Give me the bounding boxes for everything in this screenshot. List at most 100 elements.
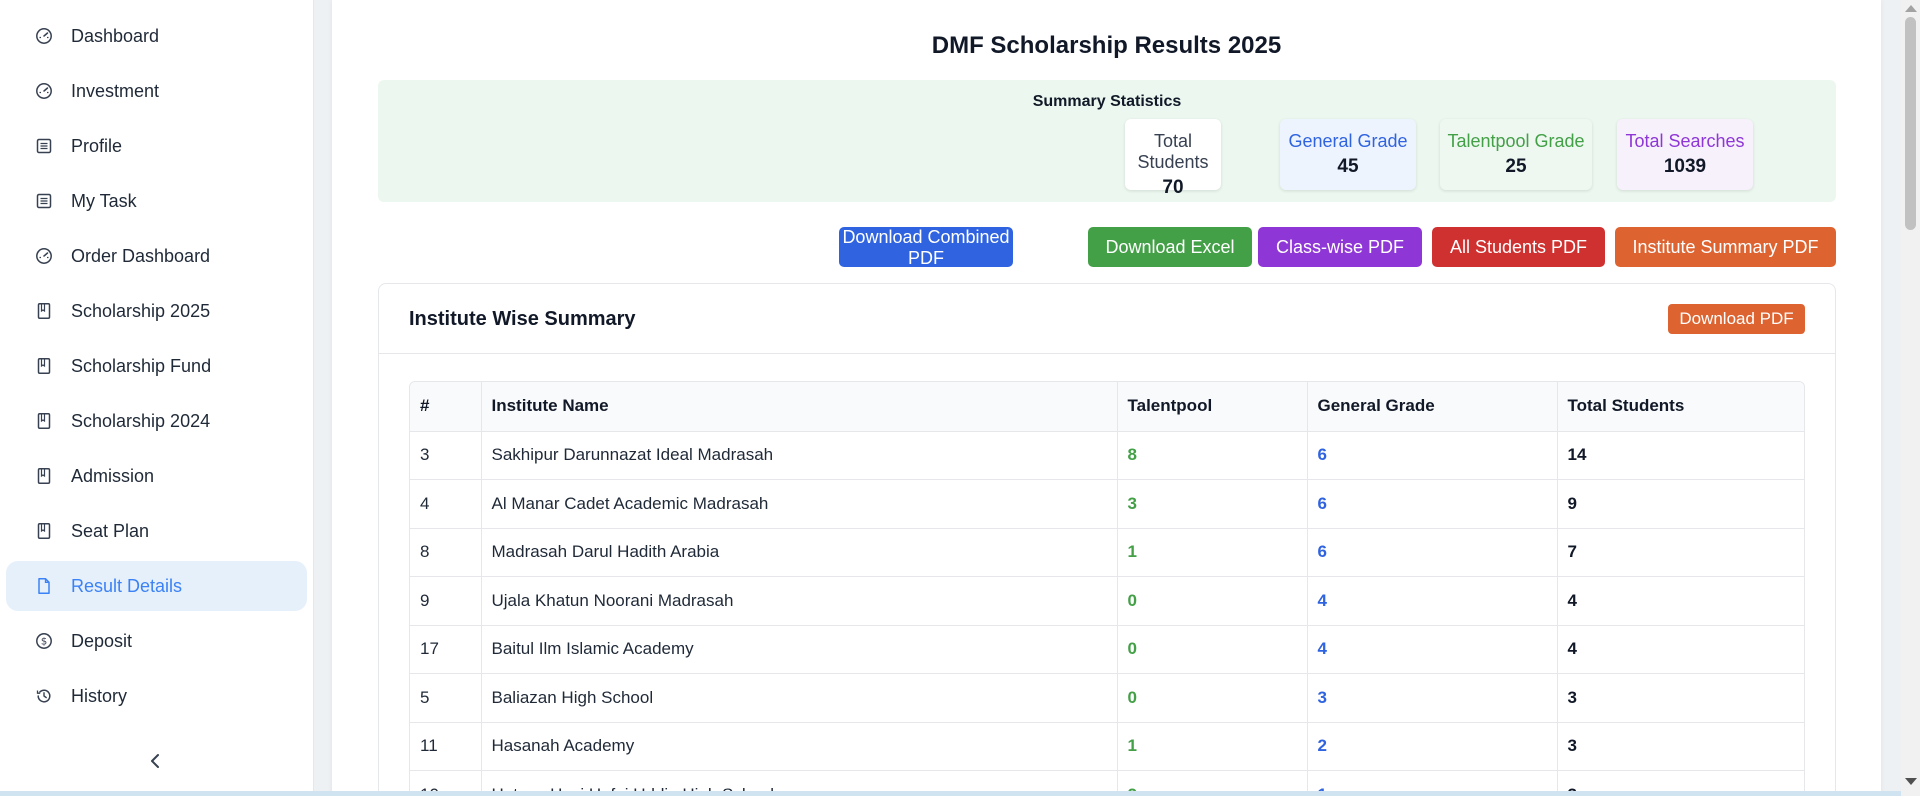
scroll-down-arrow-icon[interactable]	[1905, 778, 1917, 785]
gauge-icon	[34, 81, 54, 101]
cell-general-grade: 6	[1307, 479, 1558, 529]
main-content: DMF Scholarship Results 2025 Summary Sta…	[332, 0, 1881, 796]
sidebar-item-label: Scholarship Fund	[71, 355, 212, 376]
page-scrollbar[interactable]	[1901, 0, 1920, 796]
sidebar-item-label: Admission	[71, 465, 155, 486]
sidebar-item-profile[interactable]: Profile	[6, 121, 307, 171]
history-icon	[34, 686, 54, 706]
stat-label: General Grade	[1288, 131, 1408, 151]
chevron-left-icon	[151, 754, 159, 768]
table-header-row: # Institute Name Talentpool General Grad…	[410, 382, 1804, 432]
stat-label: Total Students	[1137, 131, 1209, 172]
summary-statistics: Summary Statistics Total Students 70 Gen…	[378, 80, 1836, 202]
sidebar-item-scholarship-2025[interactable]: Scholarship 2025	[6, 286, 307, 336]
cell-total-students: 7	[1557, 528, 1804, 577]
column-header-number[interactable]: #	[410, 382, 482, 432]
all-students-pdf-button[interactable]: All Students PDF	[1432, 227, 1605, 267]
list-icon	[34, 191, 54, 211]
card-header: Institute Wise Summary Download PDF	[379, 284, 1835, 354]
column-header-talentpool[interactable]: Talentpool	[1117, 382, 1308, 432]
sidebar-item-investment[interactable]: Investment	[6, 66, 307, 116]
cell-number: 17	[410, 625, 482, 674]
book-icon	[34, 466, 54, 486]
sidebar-item-my-task[interactable]: My Task	[6, 176, 307, 226]
cell-talentpool: 1	[1117, 722, 1308, 771]
book-icon	[34, 521, 54, 541]
cell-general-grade: 2	[1307, 722, 1558, 771]
scrollbar-thumb[interactable]	[1905, 17, 1916, 230]
book-icon	[34, 411, 54, 431]
cell-institute-name: Baliazan High School	[481, 673, 1118, 723]
table-row: 8 Madrasah Darul Hadith Arabia 1 6 7	[410, 528, 1804, 577]
sidebar-item-seat-plan[interactable]: Seat Plan	[6, 506, 307, 556]
cell-number: 3	[410, 431, 482, 480]
download-excel-button[interactable]: Download Excel	[1088, 227, 1252, 267]
sidebar-item-label: History	[71, 685, 128, 706]
column-header-institute-name[interactable]: Institute Name	[481, 382, 1118, 432]
download-pdf-button[interactable]: Download PDF	[1668, 304, 1805, 334]
column-header-total-students[interactable]: Total Students	[1557, 382, 1804, 432]
stat-value: 70	[1162, 177, 1184, 198]
table-row: 4 Al Manar Cadet Academic Madrasah 3 6 9	[410, 479, 1804, 529]
sidebar-item-label: Scholarship 2025	[71, 300, 211, 321]
cell-number: 11	[410, 722, 482, 771]
sidebar-item-order-dashboard[interactable]: Order Dashboard	[6, 231, 307, 281]
cell-general-grade: 4	[1307, 576, 1558, 626]
stat-value: 25	[1505, 156, 1527, 177]
stat-card-talentpool-grade: Talentpool Grade 25	[1440, 119, 1592, 190]
bottom-strip	[0, 791, 1901, 796]
table-row: 17 Baitul Ilm Islamic Academy 0 4 4	[410, 625, 1804, 674]
cell-talentpool: 3	[1117, 479, 1308, 529]
cell-institute-name: Ujala Khatun Noorani Madrasah	[481, 576, 1118, 626]
cell-number: 4	[410, 479, 482, 529]
sidebar-item-scholarship-2024[interactable]: Scholarship 2024	[6, 396, 307, 446]
cell-talentpool: 0	[1117, 625, 1308, 674]
sidebar-menu: Dashboard Investment Profile My Task Order D…	[0, 0, 313, 721]
file-icon	[34, 576, 54, 596]
cell-number: 9	[410, 576, 482, 626]
collapse-sidebar-button[interactable]	[140, 748, 170, 774]
cell-total-students: 4	[1557, 576, 1804, 626]
column-header-general-grade[interactable]: General Grade	[1307, 382, 1558, 432]
cell-general-grade: 6	[1307, 528, 1558, 577]
sidebar-item-scholarship-fund[interactable]: Scholarship Fund	[6, 341, 307, 391]
cell-general-grade: 4	[1307, 625, 1558, 674]
stat-label: Talentpool Grade	[1447, 131, 1585, 151]
sidebar-item-history[interactable]: History	[6, 671, 307, 721]
sidebar-item-admission[interactable]: Admission	[6, 451, 307, 501]
sidebar-item-deposit[interactable]: $ Deposit	[6, 616, 307, 666]
download-combined-pdf-button[interactable]: Download Combined PDF	[839, 227, 1013, 268]
list-icon	[34, 136, 54, 156]
cell-number: 8	[410, 528, 482, 577]
class-wise-pdf-button[interactable]: Class-wise PDF	[1258, 227, 1422, 267]
cell-institute-name: Sakhipur Darunnazat Ideal Madrasah	[481, 431, 1118, 480]
stat-value: 45	[1337, 156, 1359, 177]
stat-card-general-grade: General Grade 45	[1280, 119, 1416, 190]
institute-summary-pdf-button[interactable]: Institute Summary PDF	[1615, 227, 1836, 267]
table-row: 9 Ujala Khatun Noorani Madrasah 0 4 4	[410, 576, 1804, 626]
sidebar-item-label: Dashboard	[71, 25, 160, 46]
sidebar-item-label: Scholarship 2024	[71, 410, 211, 431]
cell-institute-name: Hasanah Academy	[481, 722, 1118, 771]
institute-wise-summary-card: Institute Wise Summary Download PDF # In…	[378, 283, 1836, 796]
cell-total-students: 14	[1557, 431, 1804, 480]
cell-total-students: 3	[1557, 722, 1804, 771]
svg-text:$: $	[41, 637, 47, 648]
cell-talentpool: 8	[1117, 431, 1308, 480]
dollar-icon: $	[34, 631, 54, 651]
table-row: 11 Hasanah Academy 1 2 3	[410, 722, 1804, 771]
card-title: Institute Wise Summary	[409, 308, 636, 330]
cell-talentpool: 1	[1117, 528, 1308, 577]
cell-talentpool: 0	[1117, 673, 1308, 723]
scroll-up-arrow-icon[interactable]	[1905, 5, 1917, 12]
table-body: 3 Sakhipur Darunnazat Ideal Madrasah 8 6 14 4…	[410, 431, 1804, 796]
table-row: 3 Sakhipur Darunnazat Ideal Madrasah 8 6 14	[410, 431, 1804, 480]
stat-card-total-students: Total Students 70	[1125, 119, 1221, 198]
summary-statistics-title: Summary Statistics	[1032, 93, 1182, 110]
gauge-icon	[34, 246, 54, 266]
sidebar-item-label: Result Details	[71, 575, 183, 596]
cell-institute-name: Baitul Ilm Islamic Academy	[481, 625, 1118, 674]
sidebar-item-dashboard[interactable]: Dashboard	[6, 11, 307, 61]
cell-total-students: 3	[1557, 673, 1804, 723]
sidebar-item-result-details[interactable]: Result Details	[6, 561, 307, 611]
